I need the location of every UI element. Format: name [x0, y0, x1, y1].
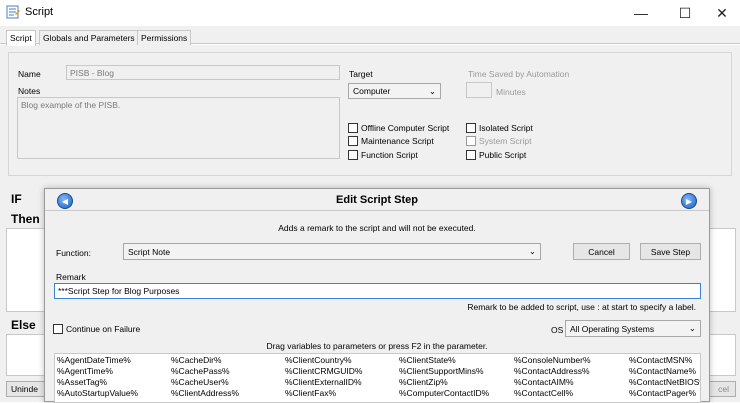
public-script-checkbox[interactable]: [466, 150, 476, 160]
tab-script[interactable]: Script: [6, 30, 36, 46]
variable-item[interactable]: %AssetTag%: [57, 377, 107, 387]
system-script-checkbox: [466, 136, 476, 146]
function-script-checkbox[interactable]: [348, 150, 358, 160]
save-step-button[interactable]: Save Step: [640, 243, 701, 260]
variable-item[interactable]: %CacheUser%: [171, 377, 229, 387]
variable-item[interactable]: %ContactAddress%: [514, 366, 590, 376]
drag-variables-hint: Drag variables to parameters or press F2…: [266, 341, 488, 351]
target-label: Target: [349, 69, 373, 79]
remark-hint: Remark to be added to script, use : at s…: [467, 302, 696, 312]
variable-item[interactable]: %ClientZip%: [399, 377, 448, 387]
variable-item[interactable]: %ConsoleNumber%: [514, 355, 591, 365]
chevron-down-icon: ⌄: [688, 323, 696, 333]
public-script-label: Public Script: [479, 150, 527, 160]
variable-item[interactable]: %ClientCountry%: [285, 355, 352, 365]
offline-script-label: Offline Computer Script: [361, 123, 450, 133]
cancel-button[interactable]: Cancel: [573, 243, 630, 260]
offline-script-checkbox[interactable]: [348, 123, 358, 133]
variable-item[interactable]: %ContactNetBIOS%: [629, 377, 700, 387]
dialog-description: Adds a remark to the script and will not…: [278, 223, 476, 233]
variable-item[interactable]: %ClientCRMGUID%: [285, 366, 362, 376]
name-label: Name: [18, 69, 41, 79]
function-label: Function:: [56, 248, 91, 258]
remark-input[interactable]: ***Script Step for Blog Purposes: [54, 283, 701, 299]
variable-item[interactable]: %ClientExternalID%: [285, 377, 362, 387]
variable-item[interactable]: %AgentDateTime%: [57, 355, 131, 365]
variable-item[interactable]: %ClientAddress%: [171, 388, 239, 398]
continue-on-failure-checkbox[interactable]: [53, 324, 63, 334]
maintenance-script-checkbox[interactable]: [348, 136, 358, 146]
isolated-script-label: Isolated Script: [479, 123, 533, 133]
then-section-label: Then: [11, 212, 40, 226]
close-button[interactable]: ✕: [704, 0, 740, 26]
script-app-icon: [6, 5, 20, 19]
name-field[interactable]: PISB - Blog: [66, 65, 340, 80]
minimize-button[interactable]: —: [623, 0, 659, 26]
maximize-button[interactable]: ☐: [667, 0, 703, 26]
isolated-script-checkbox[interactable]: [466, 123, 476, 133]
target-select[interactable]: Computer ⌄: [348, 83, 441, 99]
variable-item[interactable]: %ComputerContactID%: [399, 388, 489, 398]
chevron-down-icon: ⌄: [428, 85, 436, 96]
if-section-label: IF: [11, 192, 22, 206]
os-select-value: All Operating Systems: [570, 323, 655, 334]
function-select-value: Script Note: [128, 246, 171, 257]
system-script-label: System Script: [479, 136, 532, 146]
variable-item[interactable]: %ContactName%: [629, 366, 696, 376]
edit-script-step-dialog: ◀ Edit Script Step ▶ Adds a remark to th…: [44, 188, 710, 403]
minutes-field[interactable]: [466, 82, 492, 98]
next-step-icon[interactable]: ▶: [681, 193, 697, 209]
chevron-down-icon: ⌄: [528, 246, 536, 256]
window-title: Script: [25, 6, 54, 18]
variable-item[interactable]: %ContactCell%: [514, 388, 573, 398]
variable-item[interactable]: %AgentTime%: [57, 366, 113, 376]
variable-item[interactable]: %ClientSupportMins%: [399, 366, 484, 376]
tab-globals-and-parameters[interactable]: Globals and Parameters: [39, 30, 139, 45]
maintenance-script-label: Maintenance Script: [361, 136, 434, 146]
variable-item[interactable]: %AutoStartupValue%: [57, 388, 138, 398]
notes-label: Notes: [18, 86, 41, 96]
function-select[interactable]: Script Note ⌄: [123, 243, 541, 260]
variable-item[interactable]: %CachePass%: [171, 366, 230, 376]
minutes-label: Minutes: [496, 87, 526, 97]
variable-item[interactable]: %ClientFax%: [285, 388, 336, 398]
target-select-value: Computer: [353, 86, 391, 96]
dialog-title: Edit Script Step: [336, 194, 418, 206]
remark-label: Remark: [56, 272, 86, 282]
variable-item[interactable]: %CacheDir%: [171, 355, 222, 365]
variable-item[interactable]: %ClientState%: [399, 355, 456, 365]
time-saved-label: Time Saved by Automation: [468, 69, 570, 79]
variables-list: %AgentDateTime% %CacheDir% %ClientCountr…: [54, 353, 701, 403]
continue-on-failure-label: Continue on Failure: [66, 324, 141, 334]
else-section-label: Else: [11, 318, 36, 332]
os-label: OS: [551, 325, 564, 335]
variable-item[interactable]: %ContactMSN%: [629, 355, 692, 365]
notes-field[interactable]: Blog example of the PISB.: [17, 97, 340, 159]
tab-permissions[interactable]: Permissions: [137, 30, 192, 45]
variable-item[interactable]: %ContactAIM%: [514, 377, 574, 387]
os-select[interactable]: All Operating Systems ⌄: [565, 320, 701, 337]
function-script-label: Function Script: [361, 150, 418, 160]
variable-item[interactable]: %ContactPager%: [629, 388, 696, 398]
